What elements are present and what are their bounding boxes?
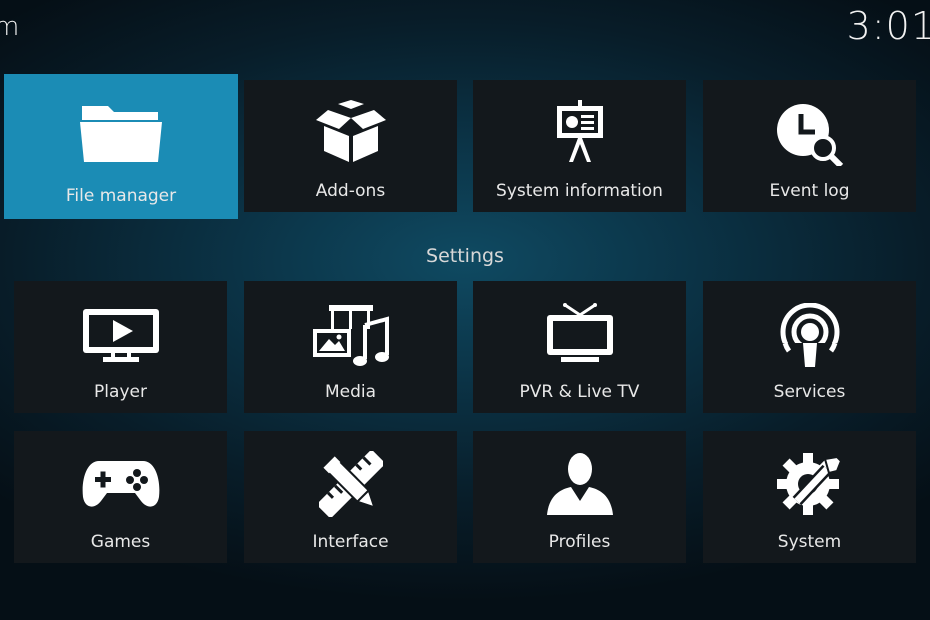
tile-label: Media	[324, 382, 377, 402]
folder-icon	[4, 100, 238, 164]
tile-pvr-live-tv[interactable]: PVR & Live TV	[473, 281, 686, 413]
broadcast-icon	[703, 303, 916, 369]
tile-label: File manager	[65, 186, 177, 206]
tile-file-manager[interactable]: File manager	[4, 74, 238, 219]
tile-label: PVR & Live TV	[519, 382, 640, 402]
tile-event-log[interactable]: Event log	[703, 80, 916, 212]
tile-media[interactable]: Media	[244, 281, 457, 413]
tile-label: Event log	[769, 181, 850, 201]
settings-heading: Settings	[426, 245, 504, 267]
tile-label: Add-ons	[315, 181, 386, 201]
clock: 3:01	[846, 4, 930, 48]
tile-label: System information	[496, 181, 663, 201]
tile-player[interactable]: Player	[14, 281, 227, 413]
tile-system-information[interactable]: System information	[473, 80, 686, 212]
tile-label: System	[777, 532, 842, 552]
tile-add-ons[interactable]: Add-ons	[244, 80, 457, 212]
tile-system[interactable]: System	[703, 431, 916, 563]
tile-services[interactable]: Services	[703, 281, 916, 413]
user-silhouette-icon	[473, 451, 686, 515]
tile-games[interactable]: Games	[14, 431, 227, 563]
tile-interface[interactable]: Interface	[244, 431, 457, 563]
tile-label: Interface	[312, 532, 389, 552]
presentation-board-icon	[473, 100, 686, 162]
window-title: m	[0, 12, 20, 42]
tile-label: Games	[90, 532, 151, 552]
tv-antenna-icon	[473, 303, 686, 365]
tile-label: Profiles	[548, 532, 611, 552]
pencil-ruler-icon	[244, 451, 457, 517]
tile-label: Player	[94, 382, 147, 402]
monitor-play-icon	[14, 307, 227, 365]
media-icon	[244, 303, 457, 369]
tile-label: Services	[773, 382, 846, 402]
tile-profiles[interactable]: Profiles	[473, 431, 686, 563]
clock-magnifier-icon	[703, 102, 916, 166]
gear-wrench-icon	[703, 451, 916, 517]
open-box-icon	[244, 100, 457, 164]
gamepad-icon	[14, 457, 227, 511]
